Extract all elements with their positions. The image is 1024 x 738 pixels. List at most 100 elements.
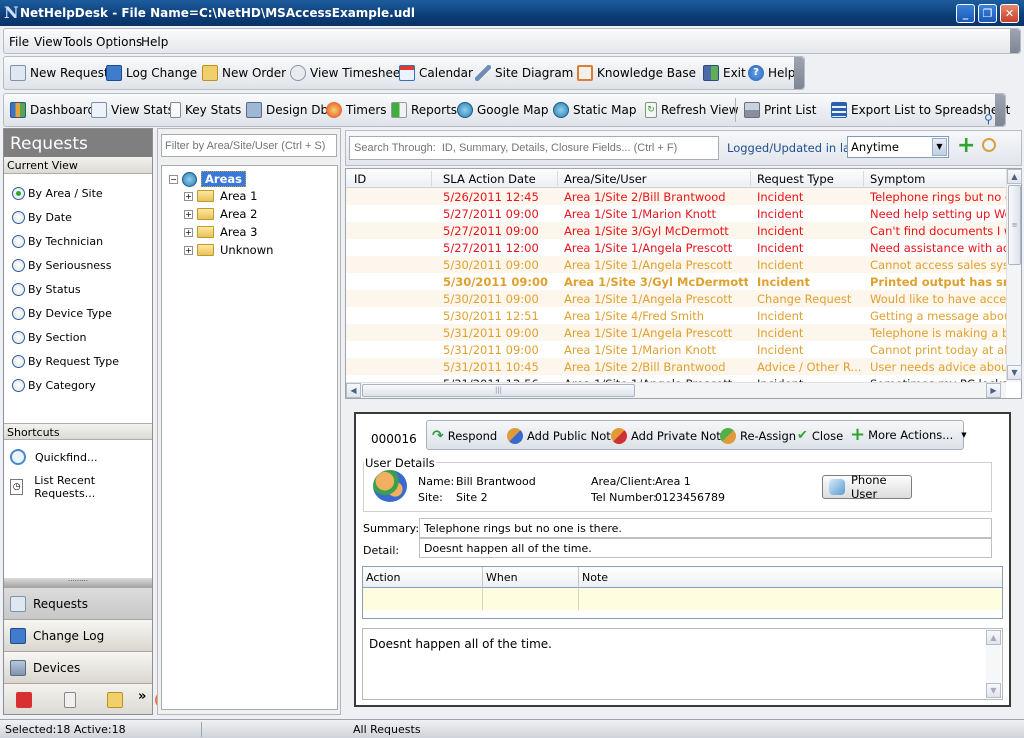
view-option-by-category[interactable]: By Category	[12, 379, 96, 392]
radio-button[interactable]	[12, 331, 25, 344]
notes-icon[interactable]	[63, 692, 76, 708]
google-map-button[interactable]: Google Map	[457, 102, 548, 118]
toolbar-overflow-button[interactable]	[995, 94, 1005, 126]
radio-button[interactable]	[12, 379, 25, 392]
timers-button[interactable]: Timers	[326, 102, 387, 118]
toolbar-grip[interactable]	[1010, 29, 1020, 53]
help-button[interactable]: ? Help	[748, 65, 795, 81]
advanced-search-icon[interactable]	[982, 138, 996, 152]
tree-node-area-2[interactable]: + Area 2	[184, 207, 257, 221]
scroll-down-button[interactable]: ▼	[1007, 365, 1022, 380]
view-option-by-section[interactable]: By Section	[12, 331, 86, 344]
view-stats-button[interactable]: View Stats	[91, 102, 174, 118]
menu-tools[interactable]: Tools	[63, 35, 93, 49]
column-header-symptom[interactable]: Symptom	[870, 172, 925, 186]
menu-help[interactable]: Help	[141, 35, 168, 49]
table-row[interactable]: 0000015/30/2011 09:00Area 1/Site 1/Angel…	[346, 256, 1006, 273]
table-row[interactable]: 0000115/27/2011 09:00Area 1/Site 3/Gyl M…	[346, 222, 1006, 239]
nav-devices[interactable]: Devices	[4, 651, 152, 683]
scroll-thumb[interactable]: |||	[362, 384, 635, 397]
tree-node-area-1[interactable]: + Area 1	[184, 189, 257, 203]
new-row-cell[interactable]	[483, 588, 579, 610]
note-text-area[interactable]: Doesnt happen all of the time. ▲ ▼	[362, 628, 1003, 700]
column-header-action[interactable]: Action	[363, 567, 483, 588]
new-row-cell[interactable]	[579, 588, 1002, 610]
add-private-note-button[interactable]: Add Private Note	[611, 428, 728, 444]
radio-button[interactable]	[12, 259, 25, 272]
close-request-button[interactable]: ✔ Close	[797, 428, 843, 443]
note-scrollbar[interactable]: ▲ ▼	[986, 630, 1001, 698]
reassign-button[interactable]: Re-Assign	[720, 428, 796, 444]
detail-field[interactable]: Doesnt happen all of the time.	[419, 538, 992, 558]
new-order-button[interactable]: New Order	[202, 65, 286, 81]
view-option-by-seriousness[interactable]: By Seriousness	[12, 259, 112, 272]
pane-splitter[interactable]: ·········	[4, 578, 152, 587]
table-row[interactable]: 0000155/31/2011 09:00Area 1/Site 1/Mario…	[346, 341, 1006, 358]
column-header-note[interactable]: Note	[579, 567, 1002, 588]
radio-button[interactable]	[12, 355, 25, 368]
table-row[interactable]: 0000185/31/2011 12:56Area 1/Site 1/Angel…	[346, 375, 1006, 382]
restore-button[interactable]: ❐	[978, 4, 997, 23]
close-window-button[interactable]: ✕	[1000, 4, 1019, 23]
grid-horizontal-scrollbar[interactable]: ◀ ||| ▶	[346, 382, 1006, 398]
new-request-button[interactable]: New Request	[10, 65, 109, 81]
area-filter-input[interactable]	[161, 134, 337, 157]
radio-button[interactable]	[12, 283, 25, 296]
phone-user-button[interactable]: Phone User	[822, 473, 912, 501]
new-row-cell[interactable]	[363, 588, 483, 610]
expand-icon[interactable]: +	[184, 245, 193, 255]
more-actions-button[interactable]: + More Actions... ▼	[850, 426, 967, 444]
view-option-by-date[interactable]: By Date	[12, 211, 72, 224]
scroll-down-button[interactable]: ▼	[986, 683, 1001, 698]
radio-button[interactable]	[12, 307, 25, 320]
menu-options[interactable]: Options	[96, 35, 142, 49]
print-list-button[interactable]: Print List	[744, 102, 816, 118]
dashboard-button[interactable]: Dashboard	[10, 102, 95, 118]
quickfind-shortcut[interactable]: Quickfind...	[10, 449, 97, 465]
nav-change-log[interactable]: Change Log	[4, 619, 152, 651]
refresh-view-button[interactable]: ↻ Refresh View	[645, 102, 739, 118]
site-diagram-button[interactable]: Site Diagram	[475, 65, 573, 81]
minimize-button[interactable]: _	[956, 4, 975, 23]
search-icon[interactable]: ⚲	[984, 112, 993, 126]
scroll-left-button[interactable]: ◀	[346, 383, 361, 398]
menu-file[interactable]: File	[9, 35, 29, 49]
collapse-icon[interactable]: −	[169, 174, 178, 184]
respond-button[interactable]: ↷ Respond	[432, 428, 497, 444]
order-icon[interactable]	[107, 692, 123, 708]
key-stats-button[interactable]: Key Stats	[170, 102, 241, 118]
expand-icon[interactable]: +	[184, 227, 193, 237]
column-header-request-type[interactable]: Request Type	[757, 172, 834, 186]
view-option-by-request-type[interactable]: By Request Type	[12, 355, 119, 368]
table-row[interactable]: 0000035/30/2011 09:00Area 1/Site 3/Gyl M…	[346, 273, 1006, 290]
summary-field[interactable]: Telephone rings but no one is there.	[419, 518, 992, 538]
tree-node-area-3[interactable]: + Area 3	[184, 225, 257, 239]
exit-button[interactable]: Exit	[703, 65, 746, 81]
table-row[interactable]: 0000085/27/2011 09:00Area 1/Site 1/Mario…	[346, 205, 1006, 222]
view-option-by-technician[interactable]: By Technician	[12, 235, 103, 248]
radio-button[interactable]	[12, 235, 25, 248]
scroll-up-button[interactable]: ▲	[986, 630, 1001, 645]
toolbar-overflow-button[interactable]	[794, 57, 804, 89]
tree-node-areas[interactable]: − Areas	[169, 171, 246, 187]
menu-view[interactable]: View	[34, 35, 62, 49]
table-row[interactable]: 0000165/26/2011 12:45Area 1/Site 2/Bill …	[346, 188, 1006, 205]
add-public-note-button[interactable]: Add Public Note	[507, 428, 618, 444]
truck-icon[interactable]	[16, 692, 32, 708]
add-request-icon[interactable]: +	[957, 134, 975, 158]
nav-requests[interactable]: Requests	[4, 587, 152, 619]
view-option-by-status[interactable]: By Status	[12, 283, 81, 296]
scroll-up-button[interactable]: ▲	[1007, 169, 1022, 184]
expand-icon[interactable]: +	[184, 191, 193, 201]
calendar-button[interactable]: Calendar	[399, 65, 473, 81]
scroll-right-button[interactable]: ▶	[986, 383, 1001, 398]
reports-button[interactable]: Reports	[391, 102, 457, 118]
design-db-button[interactable]: Design Db	[246, 102, 328, 118]
table-row[interactable]: 0000045/31/2011 09:00Area 1/Site 1/Angel…	[346, 324, 1006, 341]
radio-button[interactable]	[12, 187, 25, 200]
list-recent-requests-shortcut[interactable]: ◷ List Recent Requests...	[10, 474, 152, 500]
tree-node-unknown[interactable]: + Unknown	[184, 243, 273, 257]
column-header-id[interactable]: ID	[354, 172, 366, 186]
table-row[interactable]: 0000285/31/2011 10:45Area 1/Site 2/Bill …	[346, 358, 1006, 375]
expand-icon[interactable]: +	[184, 209, 193, 219]
